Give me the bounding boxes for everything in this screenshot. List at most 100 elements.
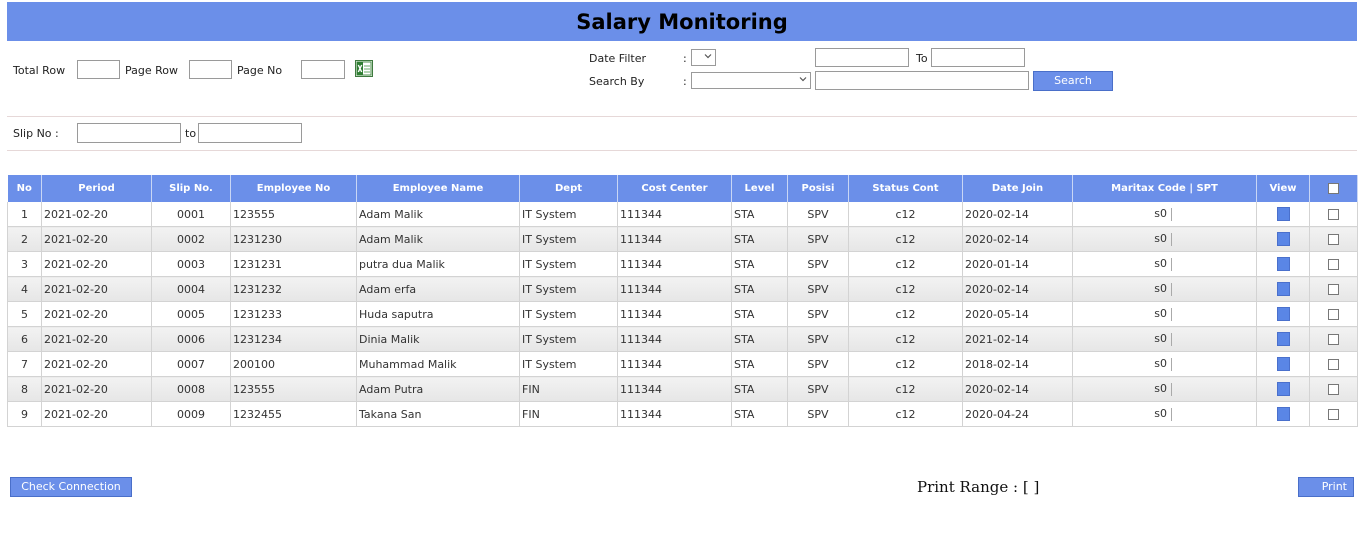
table-header-row: No Period Slip No. Employee No Employee …: [7, 175, 1358, 202]
maritax-value: s0: [1154, 207, 1167, 221]
column-header-dept[interactable]: Dept: [519, 175, 618, 202]
maritax-value: s0: [1154, 382, 1167, 396]
table-row[interactable]: 5 2021-02-20 0005 1231233 Huda saputra IT Sys…: [7, 301, 1358, 327]
row-no: 9: [7, 401, 42, 427]
row-maritax-code: s0: [1072, 202, 1257, 227]
row-checkbox[interactable]: [1328, 209, 1339, 220]
row-dept: IT System: [519, 202, 618, 227]
view-icon[interactable]: [1276, 307, 1290, 321]
row-maritax-code: s0: [1072, 351, 1257, 377]
column-header-cost-center[interactable]: Cost Center: [617, 175, 732, 202]
date-to-input[interactable]: [931, 48, 1025, 67]
page-row-input[interactable]: [189, 60, 232, 79]
total-row-input[interactable]: [77, 60, 120, 79]
row-dept: IT System: [519, 351, 618, 377]
row-checkbox[interactable]: [1328, 409, 1339, 420]
row-select: [1309, 301, 1358, 327]
table-row[interactable]: 1 2021-02-20 0001 123555 Adam Malik IT System…: [7, 202, 1358, 227]
maritax-value: s0: [1154, 257, 1167, 271]
maritax-value: s0: [1154, 282, 1167, 296]
row-checkbox[interactable]: [1328, 384, 1339, 395]
excel-export-icon[interactable]: [355, 60, 373, 77]
row-checkbox[interactable]: [1328, 284, 1339, 295]
row-dept: IT System: [519, 276, 618, 302]
row-maritax-code: s0: [1072, 401, 1257, 427]
date-filter-colon: :: [683, 52, 687, 65]
date-filter-select[interactable]: [691, 49, 716, 66]
search-by-colon: :: [683, 75, 687, 88]
print-button[interactable]: Print: [1298, 477, 1354, 497]
search-button[interactable]: Search: [1033, 71, 1113, 91]
row-checkbox[interactable]: [1328, 259, 1339, 270]
row-level: STA: [731, 351, 788, 377]
view-icon[interactable]: [1276, 332, 1290, 346]
table-row[interactable]: 8 2021-02-20 0008 123555 Adam Putra FIN 111344…: [7, 376, 1358, 402]
maritax-value: s0: [1154, 307, 1167, 321]
slip-from-input[interactable]: [77, 123, 181, 143]
row-cost-center: 111344: [617, 351, 732, 377]
search-input[interactable]: [815, 71, 1029, 90]
row-posisi: SPV: [787, 251, 849, 277]
table-row[interactable]: 2 2021-02-20 0002 1231230 Adam Malik IT Syste…: [7, 226, 1358, 252]
row-employee-no: 1231233: [230, 301, 357, 327]
column-header-maritax-code[interactable]: Maritax Code | SPT: [1072, 175, 1257, 202]
row-select: [1309, 376, 1358, 402]
column-header-period[interactable]: Period: [41, 175, 152, 202]
row-period: 2021-02-20: [41, 276, 152, 302]
row-level: STA: [731, 276, 788, 302]
view-icon[interactable]: [1276, 232, 1290, 246]
column-header-employee-no[interactable]: Employee No: [230, 175, 357, 202]
spt-divider: [1171, 282, 1172, 296]
slip-to-input[interactable]: [198, 123, 302, 143]
row-employee-no: 123555: [230, 202, 357, 227]
table-row[interactable]: 9 2021-02-20 0009 1232455 Takana San FIN 11134…: [7, 401, 1358, 427]
row-cost-center: 111344: [617, 301, 732, 327]
view-icon[interactable]: [1276, 357, 1290, 371]
row-checkbox[interactable]: [1328, 359, 1339, 370]
view-icon[interactable]: [1276, 382, 1290, 396]
row-posisi: SPV: [787, 202, 849, 227]
table-row[interactable]: 4 2021-02-20 0004 1231232 Adam erfa IT System…: [7, 276, 1358, 302]
row-maritax-code: s0: [1072, 276, 1257, 302]
column-header-no[interactable]: No: [7, 175, 42, 202]
spt-divider: [1171, 357, 1172, 371]
row-employee-no: 1231231: [230, 251, 357, 277]
row-dept: IT System: [519, 226, 618, 252]
view-icon[interactable]: [1276, 257, 1290, 271]
column-header-employee-name[interactable]: Employee Name: [356, 175, 520, 202]
row-employee-no: 123555: [230, 376, 357, 402]
row-date-join: 2018-02-14: [962, 351, 1073, 377]
row-period: 2021-02-20: [41, 301, 152, 327]
table-row[interactable]: 3 2021-02-20 0003 1231231 putra dua Malik IT …: [7, 251, 1358, 277]
view-icon[interactable]: [1276, 407, 1290, 421]
search-by-select[interactable]: [691, 72, 811, 89]
table-row[interactable]: 7 2021-02-20 0007 200100 Muhammad Malik IT Sy…: [7, 351, 1358, 377]
view-icon[interactable]: [1276, 207, 1290, 221]
row-checkbox[interactable]: [1328, 309, 1339, 320]
row-status-cont: c12: [848, 276, 963, 302]
column-header-level[interactable]: Level: [731, 175, 788, 202]
column-header-posisi[interactable]: Posisi: [787, 175, 849, 202]
row-view: [1256, 401, 1310, 427]
select-all-checkbox[interactable]: [1328, 182, 1339, 194]
date-filter-label: Date Filter: [589, 52, 647, 65]
row-checkbox[interactable]: [1328, 234, 1339, 245]
row-status-cont: c12: [848, 376, 963, 402]
table-row[interactable]: 6 2021-02-20 0006 1231234 Dinia Malik IT Syst…: [7, 326, 1358, 352]
row-checkbox[interactable]: [1328, 334, 1339, 345]
view-icon[interactable]: [1276, 282, 1290, 296]
to-label: To: [916, 52, 928, 65]
check-connection-button[interactable]: Check Connection: [10, 477, 132, 497]
page-no-input[interactable]: [301, 60, 345, 79]
row-select: [1309, 202, 1358, 227]
maritax-value: s0: [1154, 407, 1167, 421]
date-from-input[interactable]: [815, 48, 909, 67]
column-header-date-join[interactable]: Date Join: [962, 175, 1073, 202]
row-view: [1256, 351, 1310, 377]
row-no: 5: [7, 301, 42, 327]
column-header-status-cont[interactable]: Status Cont: [848, 175, 963, 202]
row-status-cont: c12: [848, 351, 963, 377]
row-dept: FIN: [519, 376, 618, 402]
row-level: STA: [731, 326, 788, 352]
column-header-slip-no[interactable]: Slip No.: [151, 175, 231, 202]
